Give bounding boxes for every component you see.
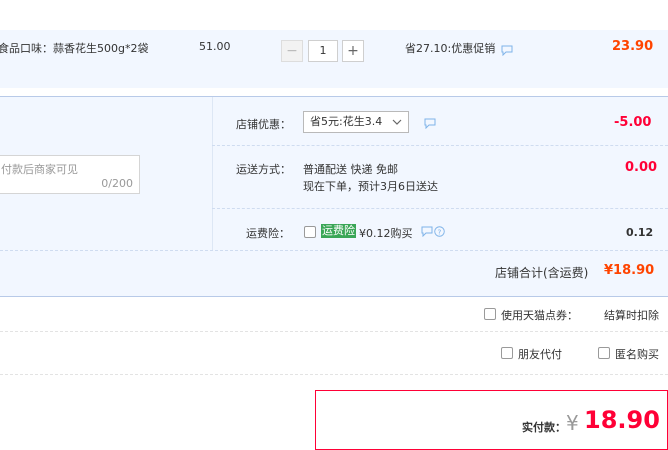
item-promo-text: 省27.10:优惠促销	[405, 42, 496, 55]
shipping-method: 普通配送 快递 免邮	[303, 163, 398, 176]
chat-icon[interactable]	[424, 118, 436, 129]
friend-pay-checkbox[interactable]	[501, 347, 513, 359]
anonymous-checkbox[interactable]	[598, 347, 610, 359]
anonymous-label: 匿名购买	[615, 348, 659, 361]
shipping-label: 运送方式：	[236, 163, 291, 176]
shop-discount-select-value: 省5元:花生3.4	[310, 115, 383, 128]
insurance-tag: 运费险	[321, 224, 356, 238]
friend-pay-label: 朋友代付	[518, 348, 562, 361]
shop-total-amount: ¥18.90	[604, 263, 655, 278]
shop-discount-select[interactable]: 省5元:花生3.4	[303, 111, 409, 133]
payment-summary-box: 实付款： ¥ 18.90	[315, 390, 668, 450]
divider	[0, 250, 668, 251]
shipping-eta: 现在下单，预计3月6日送达	[303, 180, 438, 193]
help-icon[interactable]: ?	[434, 226, 445, 237]
chat-icon[interactable]	[501, 45, 513, 56]
item-subtotal: 23.90	[612, 39, 654, 54]
divider	[0, 296, 668, 297]
shop-discount-label: 店铺优惠：	[236, 118, 291, 131]
divider	[212, 208, 668, 209]
chevron-down-icon	[392, 119, 402, 125]
chat-icon[interactable]	[421, 226, 433, 237]
tmall-points-label: 使用天猫点券：	[501, 309, 578, 322]
payment-label: 实付款：	[522, 421, 566, 434]
buyer-message-textarea[interactable]: 付款后商家可见 0/200	[0, 155, 140, 194]
buyer-message-placeholder: 付款后商家可见	[1, 163, 78, 176]
tmall-points-checkbox[interactable]	[484, 308, 496, 320]
insurance-checkbox[interactable]	[304, 226, 316, 238]
quantity-decrease-button[interactable]: −	[281, 40, 303, 62]
shipping-amount: 0.00	[625, 160, 658, 175]
item-row: 食品口味：蒜香花生500g*2袋 51.00 − 1 + 省27.10:优惠促销…	[0, 30, 668, 88]
shop-total-label: 店铺合计(含运费)	[495, 266, 589, 280]
buyer-message-count: 0/200	[101, 177, 133, 190]
insurance-amount: 0.12	[626, 226, 654, 239]
quantity-input[interactable]: 1	[308, 40, 338, 62]
divider	[0, 374, 668, 375]
item-sku-description: 食品口味：蒜香花生500g*2袋	[0, 42, 149, 55]
payment-currency: ¥	[566, 411, 579, 435]
shop-discount-amount: -5.00	[614, 115, 652, 130]
svg-text:?: ?	[438, 227, 442, 236]
tmall-points-note: 结算时扣除	[604, 309, 659, 322]
payment-amount: 18.90	[584, 406, 660, 434]
panel-column-divider	[212, 97, 213, 250]
insurance-label: 运费险：	[246, 227, 290, 240]
insurance-price: ¥0.12购买	[359, 227, 413, 240]
quantity-increase-button[interactable]: +	[342, 40, 364, 62]
divider	[212, 145, 668, 146]
divider	[0, 331, 668, 332]
item-unit-price: 51.00	[199, 40, 231, 53]
